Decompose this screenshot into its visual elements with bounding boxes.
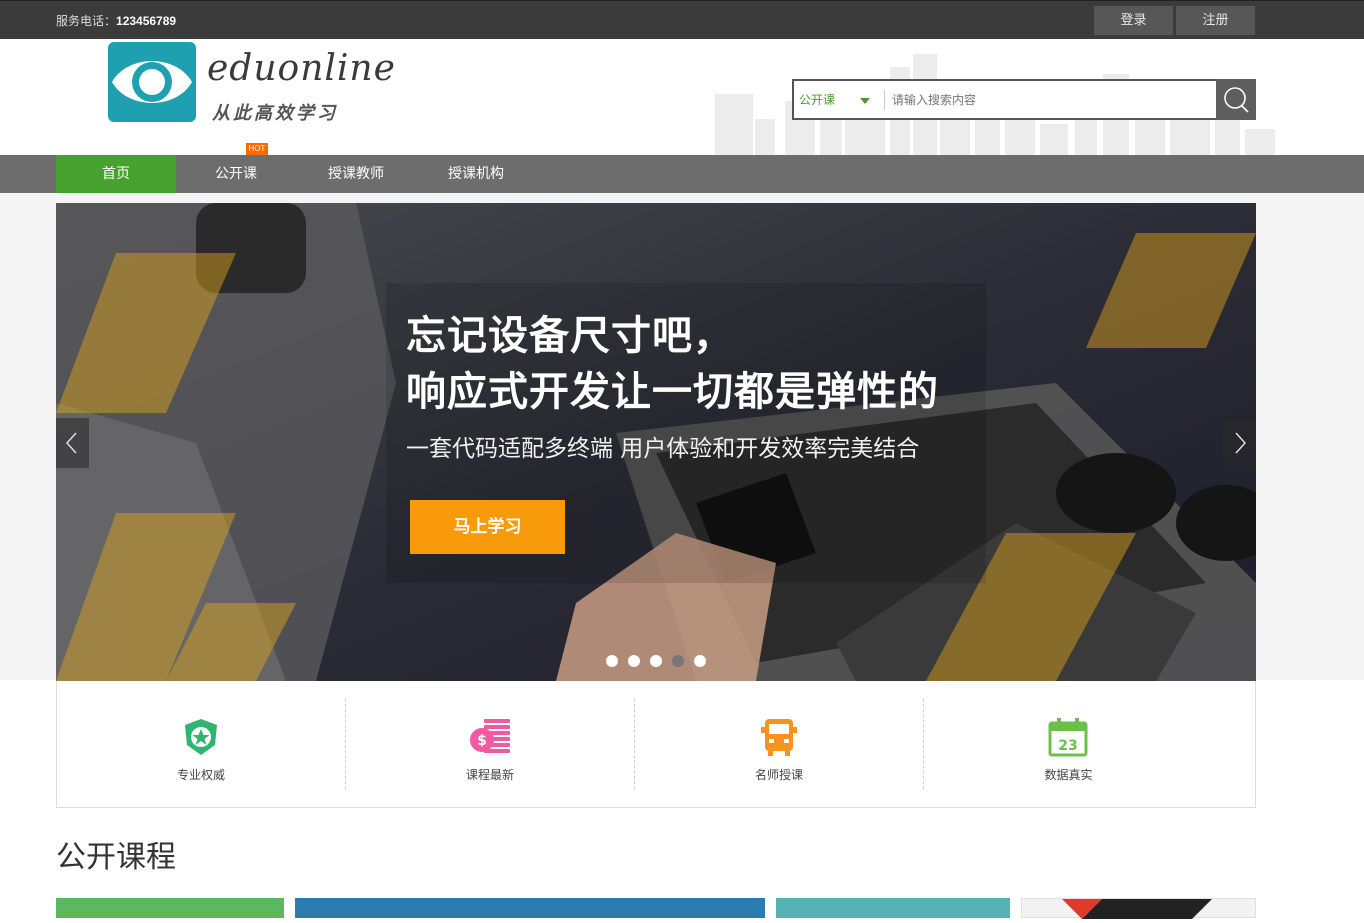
course-card[interactable] (1021, 898, 1256, 919)
course-thumbnail (1062, 899, 1212, 919)
banner-headline-1: 忘记设备尺寸吧， (406, 313, 734, 359)
search-input[interactable] (892, 87, 1212, 113)
calendar-day: 23 (1058, 738, 1077, 754)
calendar-icon: 23 (1048, 718, 1088, 757)
banner-dot-active[interactable] (672, 655, 684, 667)
svg-text:$: $ (477, 733, 487, 749)
nav-item-home[interactable]: 首页 (56, 155, 176, 193)
banner-headline-2: 响应式开发让一切都是弹性的 (406, 369, 939, 415)
search-category-select[interactable]: 公开课 (799, 91, 835, 108)
banner-dot[interactable] (606, 655, 618, 667)
banner-dot[interactable] (650, 655, 662, 667)
coin-stack-icon: $ (470, 719, 510, 753)
course-card[interactable] (295, 898, 765, 918)
section-title: 公开课程 (56, 840, 176, 875)
banner-dot[interactable] (694, 655, 706, 667)
chevron-right-icon (1235, 432, 1247, 454)
feature-label: 专业权威 (176, 768, 225, 782)
course-card[interactable] (56, 898, 284, 918)
search-button[interactable] (1216, 79, 1256, 120)
chevron-left-icon (65, 432, 77, 454)
feature-strip: 专业权威 $ 课程最新 名师授课 23 数据真实 (56, 681, 1256, 808)
chevron-down-icon[interactable] (860, 98, 870, 104)
banner-dot[interactable] (628, 655, 640, 667)
logo-slogan: 从此高效学习 (212, 103, 338, 124)
banner-prev-button[interactable] (56, 418, 89, 468)
phone-label: 服务电话： (56, 14, 117, 28)
banner-next-button[interactable] (1223, 418, 1256, 468)
feature-latest-courses: $ 课程最新 (346, 699, 635, 789)
login-button[interactable]: 登录 (1094, 6, 1173, 35)
eduonline-logo-icon[interactable] (108, 42, 196, 122)
search-icon (1224, 87, 1249, 113)
register-button[interactable]: 注册 (1176, 6, 1255, 35)
bus-icon (761, 719, 797, 756)
site-header: eduonline 从此高效学习 公开课 (0, 39, 1364, 155)
top-bar: 服务电话：123456789 登录 注册 (0, 0, 1364, 39)
service-phone: 服务电话：123456789 (56, 12, 176, 29)
learn-now-button[interactable]: 马上学习 (410, 500, 565, 554)
shield-star-icon (185, 719, 217, 755)
hero-banner: 忘记设备尺寸吧， 响应式开发让一切都是弹性的 一套代码适配多终端 用户体验和开发… (56, 203, 1256, 681)
feature-label: 数据真实 (1044, 768, 1093, 782)
banner-subtitle: 一套代码适配多终端 用户体验和开发效率完美结合 (406, 436, 920, 462)
main-nav: 首页 公开课 授课教师 授课机构 (0, 155, 1364, 193)
phone-number: 123456789 (116, 14, 177, 28)
feature-professional: 专业权威 (57, 699, 346, 789)
nav-item-teachers[interactable]: 授课教师 (296, 155, 416, 193)
nav-item-open-courses[interactable]: 公开课 (176, 155, 296, 193)
course-card[interactable] (776, 898, 1010, 918)
nav-item-institutions[interactable]: 授课机构 (416, 155, 536, 193)
logo-wordmark: eduonline (207, 48, 396, 89)
feature-label: 课程最新 (465, 768, 514, 782)
feature-real-data: 23 数据真实 (924, 699, 1213, 789)
feature-famous-teachers: 名师授课 (635, 699, 924, 789)
hot-badge: HOT (246, 143, 268, 155)
search-box: 公开课 (792, 79, 1256, 120)
search-divider (884, 90, 885, 110)
feature-label: 名师授课 (754, 768, 803, 782)
